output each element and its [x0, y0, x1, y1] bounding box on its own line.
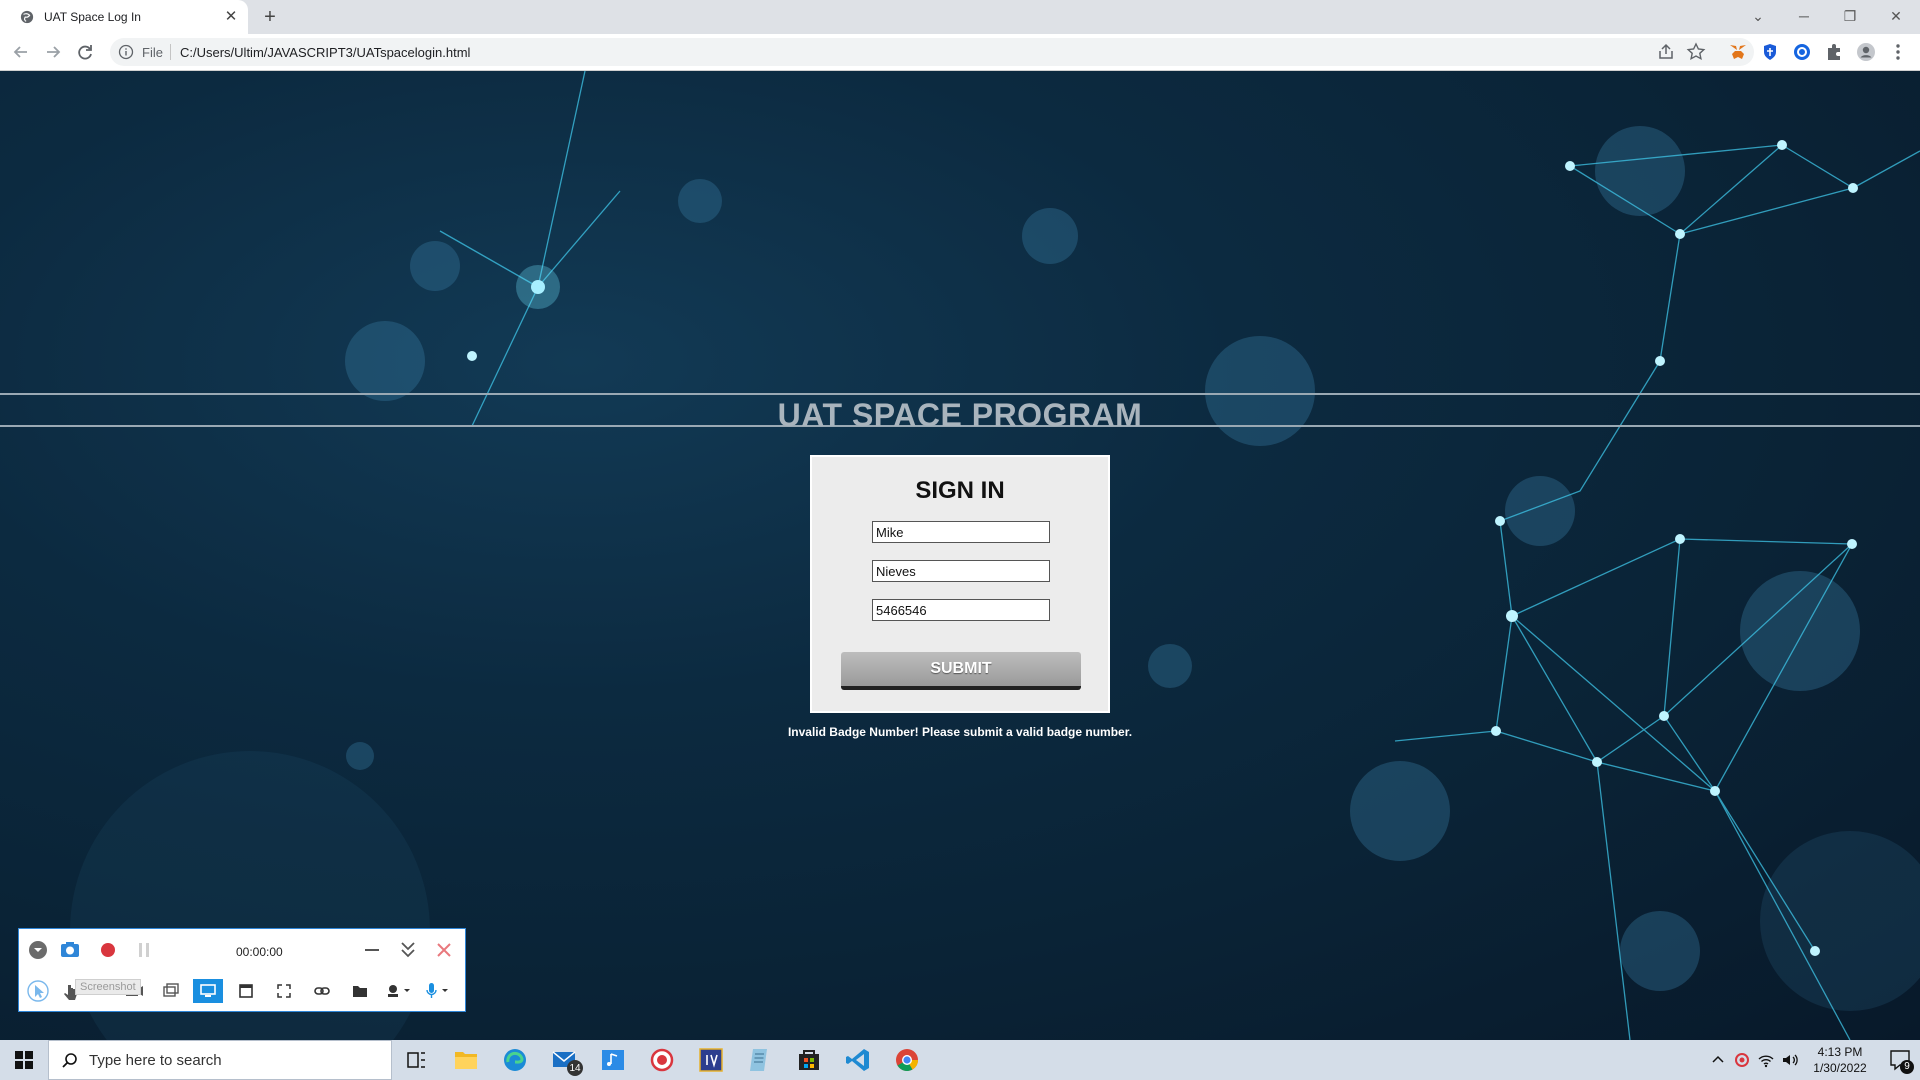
kebab-menu-icon[interactable]	[1888, 42, 1908, 62]
webcam-dropdown-icon[interactable]	[381, 979, 415, 1003]
chrome-browser-icon[interactable]	[883, 1040, 931, 1080]
mail-icon	[552, 1051, 583, 1076]
badge-number-field[interactable]	[872, 599, 1050, 621]
file-explorer-icon[interactable]	[442, 1040, 490, 1080]
system-clock[interactable]: 4:13 PM 1/30/2022	[1800, 1044, 1880, 1076]
first-name-field[interactable]	[872, 521, 1050, 543]
back-icon[interactable]	[10, 41, 32, 63]
minimize-icon[interactable]	[361, 939, 383, 961]
window-capture-icon[interactable]	[231, 979, 261, 1003]
music-app-icon[interactable]	[589, 1040, 637, 1080]
taskbar-search[interactable]: Type here to search	[48, 1040, 392, 1080]
clock-date: 1/30/2022	[1813, 1061, 1867, 1075]
wifi-icon[interactable]	[1756, 1050, 1776, 1070]
notification-center[interactable]: 9	[1880, 1040, 1920, 1080]
scheme-label: File	[142, 45, 163, 60]
monitor-capture-icon[interactable]	[193, 979, 223, 1003]
store-app-icon[interactable]	[785, 1040, 833, 1080]
chevron-up-icon[interactable]	[1708, 1050, 1728, 1070]
close-window-button[interactable]: ✕	[1874, 2, 1918, 30]
profile-avatar-icon[interactable]	[1856, 42, 1876, 62]
submit-button[interactable]: SUBMIT	[841, 652, 1081, 690]
tab-strip: UAT Space Log In ✕ + ⌄ ─ ❐ ✕	[0, 0, 1920, 34]
search-placeholder: Type here to search	[89, 1052, 222, 1069]
taskbar: Type here to search 14 4:13 PM 1/30/2022…	[0, 1040, 1920, 1080]
bookmark-star-icon[interactable]	[1686, 42, 1706, 62]
cursor-select-icon[interactable]	[23, 979, 53, 1003]
address-bar[interactable]: File C:/Users/Ultim/JAVASCRIPT3/UATspace…	[110, 38, 1754, 66]
collapse-menu-icon[interactable]	[27, 939, 49, 961]
new-tab-button[interactable]: +	[258, 4, 282, 30]
link-icon[interactable]	[307, 979, 337, 1003]
mail-unread-badge: 14	[569, 1063, 581, 1074]
windows-start-icon[interactable]	[0, 1040, 48, 1080]
text-editor-app-icon[interactable]	[687, 1040, 735, 1080]
browser-tab[interactable]: UAT Space Log In ✕	[0, 0, 248, 34]
volume-icon[interactable]	[1780, 1050, 1800, 1070]
share-icon[interactable]	[1656, 42, 1676, 62]
tab-close-icon[interactable]: ✕	[222, 6, 240, 28]
folder-icon[interactable]	[345, 979, 375, 1003]
minimize-button[interactable]: ─	[1782, 2, 1826, 30]
last-name-field[interactable]	[872, 560, 1050, 582]
vscode-app-icon[interactable]	[834, 1040, 882, 1080]
fullscreen-icon[interactable]	[269, 979, 299, 1003]
double-chevron-down-icon[interactable]	[397, 939, 419, 961]
tab-search-icon[interactable]: ⌄	[1736, 2, 1780, 30]
restore-button[interactable]: ❐	[1828, 2, 1872, 30]
globe-icon	[20, 10, 34, 24]
mail-app[interactable]: 14	[540, 1040, 588, 1080]
address-divider	[170, 44, 171, 60]
search-icon	[62, 1053, 77, 1068]
page-viewport: UAT SPACE PROGRAM SIGN IN SUBMIT Invalid…	[0, 71, 1920, 1040]
metamask-fox-icon[interactable]	[1728, 42, 1748, 62]
recording-timer: 00:00:00	[236, 945, 283, 959]
page-title: UAT SPACE PROGRAM	[777, 397, 1143, 433]
clock-time: 4:13 PM	[1817, 1045, 1863, 1059]
screen-recorder-toolbar: 00:00:00 Screenshot	[18, 928, 466, 1012]
url-text[interactable]: C:/Users/Ultim/JAVASCRIPT3/UATspacelogin…	[180, 45, 470, 60]
extensions-puzzle-icon[interactable]	[1824, 42, 1844, 62]
task-view-icon[interactable]	[392, 1040, 440, 1080]
circle-extension-icon[interactable]	[1792, 42, 1812, 62]
notification-icon	[1890, 1050, 1914, 1074]
region-copy-icon[interactable]	[155, 979, 185, 1003]
notepad-app-icon[interactable]	[736, 1040, 784, 1080]
camera-screenshot-icon[interactable]	[59, 939, 81, 961]
forward-icon[interactable]	[42, 41, 64, 63]
info-icon[interactable]	[118, 44, 134, 60]
microphone-dropdown-icon[interactable]	[419, 979, 453, 1003]
reload-icon[interactable]	[74, 41, 96, 63]
signin-form: SIGN IN SUBMIT	[810, 455, 1110, 713]
close-icon[interactable]	[433, 939, 455, 961]
error-message: Invalid Badge Number! Please submit a va…	[787, 725, 1133, 739]
recording-tray-icon[interactable]	[1732, 1050, 1752, 1070]
browser-toolbar: File C:/Users/Ultim/JAVASCRIPT3/UATspace…	[0, 34, 1920, 71]
notification-count: 9	[1904, 1061, 1910, 1072]
edge-browser-icon[interactable]	[491, 1040, 539, 1080]
record-icon[interactable]	[97, 939, 119, 961]
screen-recorder-app-icon[interactable]	[638, 1040, 686, 1080]
pause-icon[interactable]	[133, 939, 155, 961]
screenshot-tooltip: Screenshot	[75, 979, 141, 995]
shield-extension-icon[interactable]	[1760, 42, 1780, 62]
tab-title: UAT Space Log In	[44, 10, 141, 24]
signin-heading: SIGN IN	[915, 477, 1005, 504]
